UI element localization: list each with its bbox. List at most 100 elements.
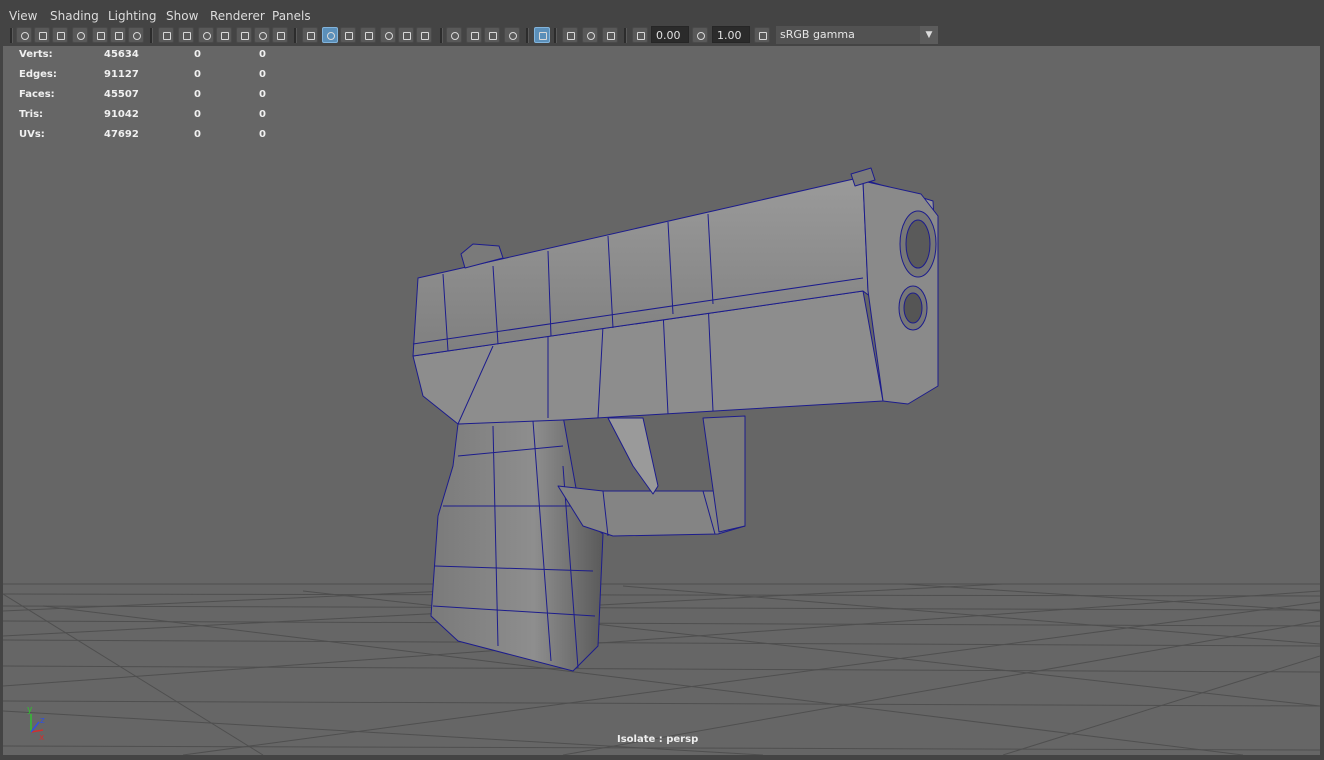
hud-uv: 0 bbox=[259, 49, 266, 60]
icon-glyph bbox=[97, 32, 105, 40]
xray-joints-icon[interactable] bbox=[602, 27, 618, 43]
toolbar-separator bbox=[554, 28, 557, 43]
icon-glyph bbox=[421, 32, 429, 40]
hud-uv: 0 bbox=[259, 129, 266, 140]
depth-of-field-icon[interactable] bbox=[504, 27, 520, 43]
icon-glyph bbox=[39, 32, 47, 40]
image-plane-icon[interactable] bbox=[92, 27, 108, 43]
hud-total: 47692 bbox=[104, 129, 139, 140]
icon-glyph bbox=[21, 32, 29, 40]
hud-total: 91042 bbox=[104, 109, 139, 120]
resolution-gate-icon[interactable] bbox=[198, 27, 214, 43]
color-space-dropdown[interactable]: sRGB gamma ▼ bbox=[776, 26, 938, 44]
hud-uv: 0 bbox=[259, 109, 266, 120]
hud-selected: 0 bbox=[194, 69, 201, 80]
grid-icon[interactable] bbox=[158, 27, 174, 43]
motion-blur-icon[interactable] bbox=[466, 27, 482, 43]
icon-glyph bbox=[759, 32, 767, 40]
camera-attributes-icon[interactable] bbox=[34, 27, 50, 43]
isolate-select-icon[interactable] bbox=[534, 27, 550, 43]
icon-glyph bbox=[567, 32, 575, 40]
field-chart-icon[interactable] bbox=[236, 27, 252, 43]
hud-label: Edges: bbox=[19, 69, 57, 80]
maya-viewport-panel: View Shading Lighting Show Renderer Pane… bbox=[0, 0, 1324, 760]
icon-glyph bbox=[385, 32, 393, 40]
wireframe-icon[interactable] bbox=[302, 27, 318, 43]
icon-glyph bbox=[471, 32, 479, 40]
smooth-shade-icon[interactable] bbox=[322, 27, 338, 43]
icon-glyph bbox=[133, 32, 141, 40]
hud-uv: 0 bbox=[259, 69, 266, 80]
two-d-pan-icon[interactable] bbox=[128, 27, 144, 43]
bookmark-icon[interactable] bbox=[72, 27, 88, 43]
textured-icon[interactable] bbox=[380, 27, 396, 43]
hud-total: 45634 bbox=[104, 49, 139, 60]
camera-icon[interactable] bbox=[16, 27, 32, 43]
screen-space-ao-icon[interactable] bbox=[446, 27, 462, 43]
toolbar-separator bbox=[440, 28, 443, 43]
menu-renderer[interactable]: Renderer bbox=[210, 9, 265, 23]
icon-glyph bbox=[259, 32, 267, 40]
ground-grid bbox=[3, 583, 1320, 755]
hud-total: 91127 bbox=[104, 69, 139, 80]
panel-toolbar: 0.00 1.00 sRGB gamma ▼ bbox=[2, 25, 1320, 46]
hud-selected: 0 bbox=[194, 49, 201, 60]
icon-glyph bbox=[697, 32, 705, 40]
toolbar-separator bbox=[150, 28, 153, 43]
shadows-icon[interactable] bbox=[416, 27, 432, 43]
viewport-scene: y z x bbox=[3, 167, 1320, 755]
icon-glyph bbox=[365, 32, 373, 40]
menu-view[interactable]: View bbox=[9, 9, 37, 23]
menu-panels[interactable]: Panels bbox=[272, 9, 311, 23]
icon-glyph bbox=[403, 32, 411, 40]
icon-glyph bbox=[77, 32, 85, 40]
hud-label: Tris: bbox=[19, 109, 44, 120]
wireframe-on-shaded-icon[interactable] bbox=[340, 27, 356, 43]
axis-x-label: x bbox=[39, 733, 45, 743]
icon-glyph bbox=[203, 32, 211, 40]
icon-glyph bbox=[637, 32, 645, 40]
icon-glyph bbox=[307, 32, 315, 40]
icon-glyph bbox=[221, 32, 229, 40]
icon-glyph bbox=[451, 32, 459, 40]
icon-glyph bbox=[115, 32, 123, 40]
toolbar-separator bbox=[526, 28, 529, 43]
xray-active-components-icon[interactable] bbox=[582, 27, 598, 43]
safe-title-icon[interactable] bbox=[272, 27, 288, 43]
icon-glyph bbox=[277, 32, 285, 40]
menu-lighting[interactable]: Lighting bbox=[108, 9, 157, 23]
use-all-lights-icon[interactable] bbox=[398, 27, 414, 43]
exposure-field[interactable]: 0.00 bbox=[651, 26, 689, 43]
safe-action-icon[interactable] bbox=[254, 27, 270, 43]
icon-glyph bbox=[509, 32, 517, 40]
hud-label: UVs: bbox=[19, 129, 45, 140]
panel-menu-bar: View Shading Lighting Show Renderer Pane… bbox=[2, 6, 1320, 25]
chevron-down-icon[interactable]: ▼ bbox=[920, 26, 938, 44]
camera-label: Isolate : persp bbox=[617, 734, 699, 745]
icon-glyph bbox=[539, 32, 547, 40]
toolbar-separator bbox=[624, 28, 627, 43]
icon-glyph bbox=[163, 32, 171, 40]
camera-lock-icon[interactable] bbox=[52, 27, 68, 43]
toolbar-separator bbox=[294, 28, 297, 43]
gate-mask-icon[interactable] bbox=[216, 27, 232, 43]
default-material-icon[interactable] bbox=[360, 27, 376, 43]
exposure-icon[interactable] bbox=[632, 27, 648, 43]
menu-show[interactable]: Show bbox=[166, 9, 198, 23]
hud-label: Faces: bbox=[19, 89, 55, 100]
menu-shading[interactable]: Shading bbox=[50, 9, 99, 23]
gamma-field[interactable]: 1.00 bbox=[712, 26, 750, 43]
toolbar-separator bbox=[10, 28, 13, 43]
hud-total: 45507 bbox=[104, 89, 139, 100]
color-management-icon[interactable] bbox=[754, 27, 770, 43]
grease-pencil-icon[interactable] bbox=[110, 27, 126, 43]
anti-aliasing-icon[interactable] bbox=[484, 27, 500, 43]
icon-glyph bbox=[183, 32, 191, 40]
gamma-icon[interactable] bbox=[692, 27, 708, 43]
3d-viewport[interactable]: y z x Verts: 45634 0 0 Edges: 91127 0 0 … bbox=[3, 46, 1320, 755]
view-axis-gizmo: y z x bbox=[27, 705, 45, 743]
film-gate-icon[interactable] bbox=[178, 27, 194, 43]
icon-glyph bbox=[587, 32, 595, 40]
xray-icon[interactable] bbox=[562, 27, 578, 43]
icon-glyph bbox=[327, 32, 335, 40]
